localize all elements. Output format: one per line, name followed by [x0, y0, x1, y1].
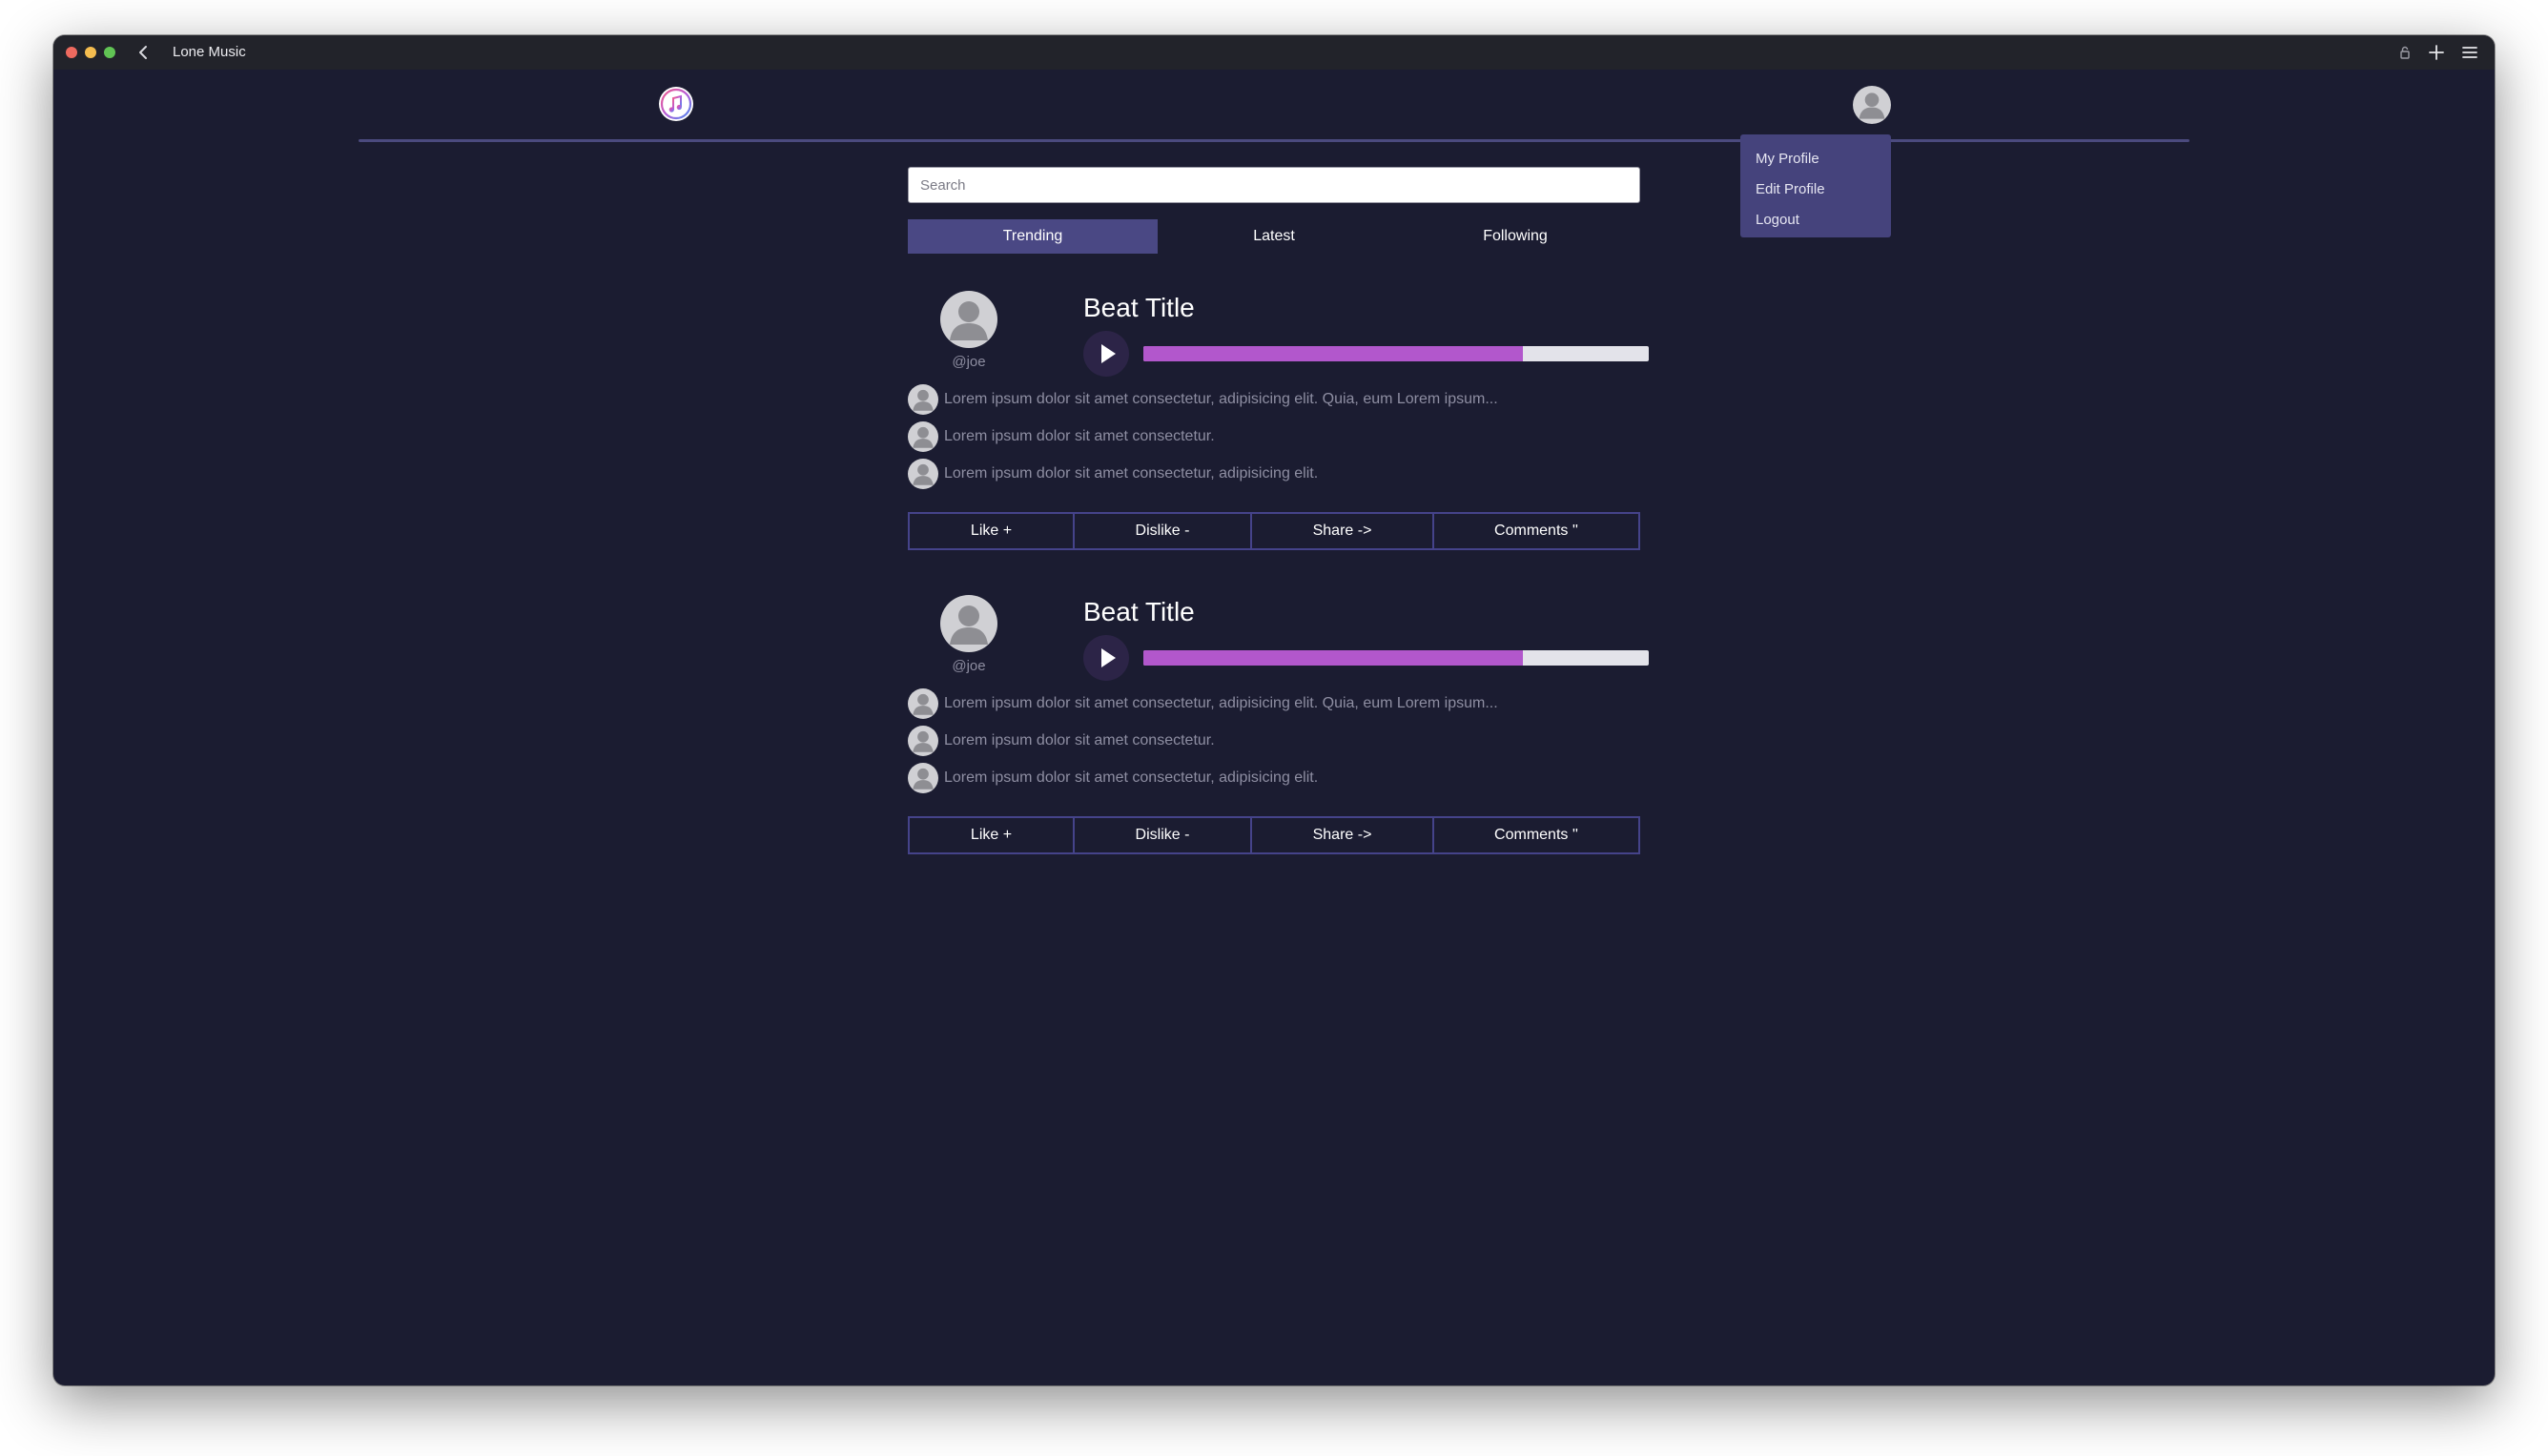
audio-progress-bar[interactable]: [1143, 650, 1649, 666]
comment-text: Lorem ipsum dolor sit amet consectetur.: [944, 428, 1215, 444]
commenter-avatar-icon[interactable]: [908, 384, 938, 415]
author-handle[interactable]: @joe: [940, 658, 997, 674]
close-window-button[interactable]: [66, 47, 77, 58]
comments-button[interactable]: Comments '': [1432, 818, 1638, 852]
tab-latest[interactable]: Latest: [1158, 219, 1390, 254]
comment-text: Lorem ipsum dolor sit amet consectetur, …: [944, 391, 1498, 407]
post-actions: Like + Dislike - Share -> Comments '': [908, 512, 1640, 550]
comments-button[interactable]: Comments '': [1432, 514, 1638, 548]
lock-icon[interactable]: [2394, 42, 2415, 63]
plus-icon[interactable]: [2426, 42, 2447, 63]
menu-icon[interactable]: [2459, 42, 2480, 63]
beat-title: Beat Title: [1083, 597, 1195, 626]
comment-text: Lorem ipsum dolor sit amet consectetur, …: [944, 695, 1498, 711]
user-avatar-icon[interactable]: [1853, 86, 1891, 124]
comment-text: Lorem ipsum dolor sit amet consectetur, …: [944, 465, 1319, 482]
play-icon: [1101, 344, 1116, 363]
tab-trending[interactable]: Trending: [908, 219, 1158, 254]
author-handle[interactable]: @joe: [940, 354, 997, 370]
post-actions: Like + Dislike - Share -> Comments '': [908, 816, 1640, 854]
app-content: My Profile Edit Profile Logout Trending …: [53, 70, 2495, 1385]
header-divider: [359, 139, 2189, 142]
play-icon: [1101, 648, 1116, 667]
audio-progress-bar[interactable]: [1143, 346, 1649, 361]
minimize-window-button[interactable]: [85, 47, 96, 58]
maximize-window-button[interactable]: [104, 47, 115, 58]
comment-text: Lorem ipsum dolor sit amet consectetur, …: [944, 769, 1319, 786]
commenter-avatar-icon[interactable]: [908, 688, 938, 719]
tab-following[interactable]: Following: [1390, 219, 1640, 254]
audio-progress-fill: [1143, 650, 1523, 666]
title-bar: Lone Music: [53, 35, 2495, 70]
window-title: Lone Music: [173, 44, 246, 60]
commenter-avatar-icon[interactable]: [908, 421, 938, 452]
comment-text: Lorem ipsum dolor sit amet consectetur.: [944, 732, 1215, 749]
share-button[interactable]: Share ->: [1250, 514, 1432, 548]
menu-item-logout[interactable]: Logout: [1756, 212, 1799, 228]
audio-progress-fill: [1143, 346, 1523, 361]
author-avatar-icon[interactable]: [940, 595, 997, 652]
menu-item-my-profile[interactable]: My Profile: [1756, 151, 1819, 167]
commenter-avatar-icon[interactable]: [908, 763, 938, 793]
dislike-button[interactable]: Dislike -: [1073, 514, 1250, 548]
beat-post: @joe Beat Title Lorem ipsum dolor sit am…: [908, 589, 1649, 854]
profile-dropdown-menu: My Profile Edit Profile Logout: [1740, 134, 1891, 237]
browser-window: Lone Music My Profile Edit Profile Logou…: [53, 35, 2495, 1385]
search-input[interactable]: [908, 167, 1640, 203]
like-button[interactable]: Like +: [910, 514, 1073, 548]
author-avatar-icon[interactable]: [940, 291, 997, 348]
play-button[interactable]: [1083, 635, 1129, 681]
beat-title: Beat Title: [1083, 293, 1195, 322]
like-button[interactable]: Like +: [910, 818, 1073, 852]
commenter-avatar-icon[interactable]: [908, 459, 938, 489]
beat-post: @joe Beat Title Lorem ipsum dolor sit am…: [908, 285, 1649, 550]
commenter-avatar-icon[interactable]: [908, 726, 938, 756]
dislike-button[interactable]: Dislike -: [1073, 818, 1250, 852]
play-button[interactable]: [1083, 331, 1129, 377]
share-button[interactable]: Share ->: [1250, 818, 1432, 852]
chevron-left-icon[interactable]: [134, 41, 154, 64]
menu-item-edit-profile[interactable]: Edit Profile: [1756, 181, 1825, 197]
music-note-icon[interactable]: [659, 87, 693, 121]
